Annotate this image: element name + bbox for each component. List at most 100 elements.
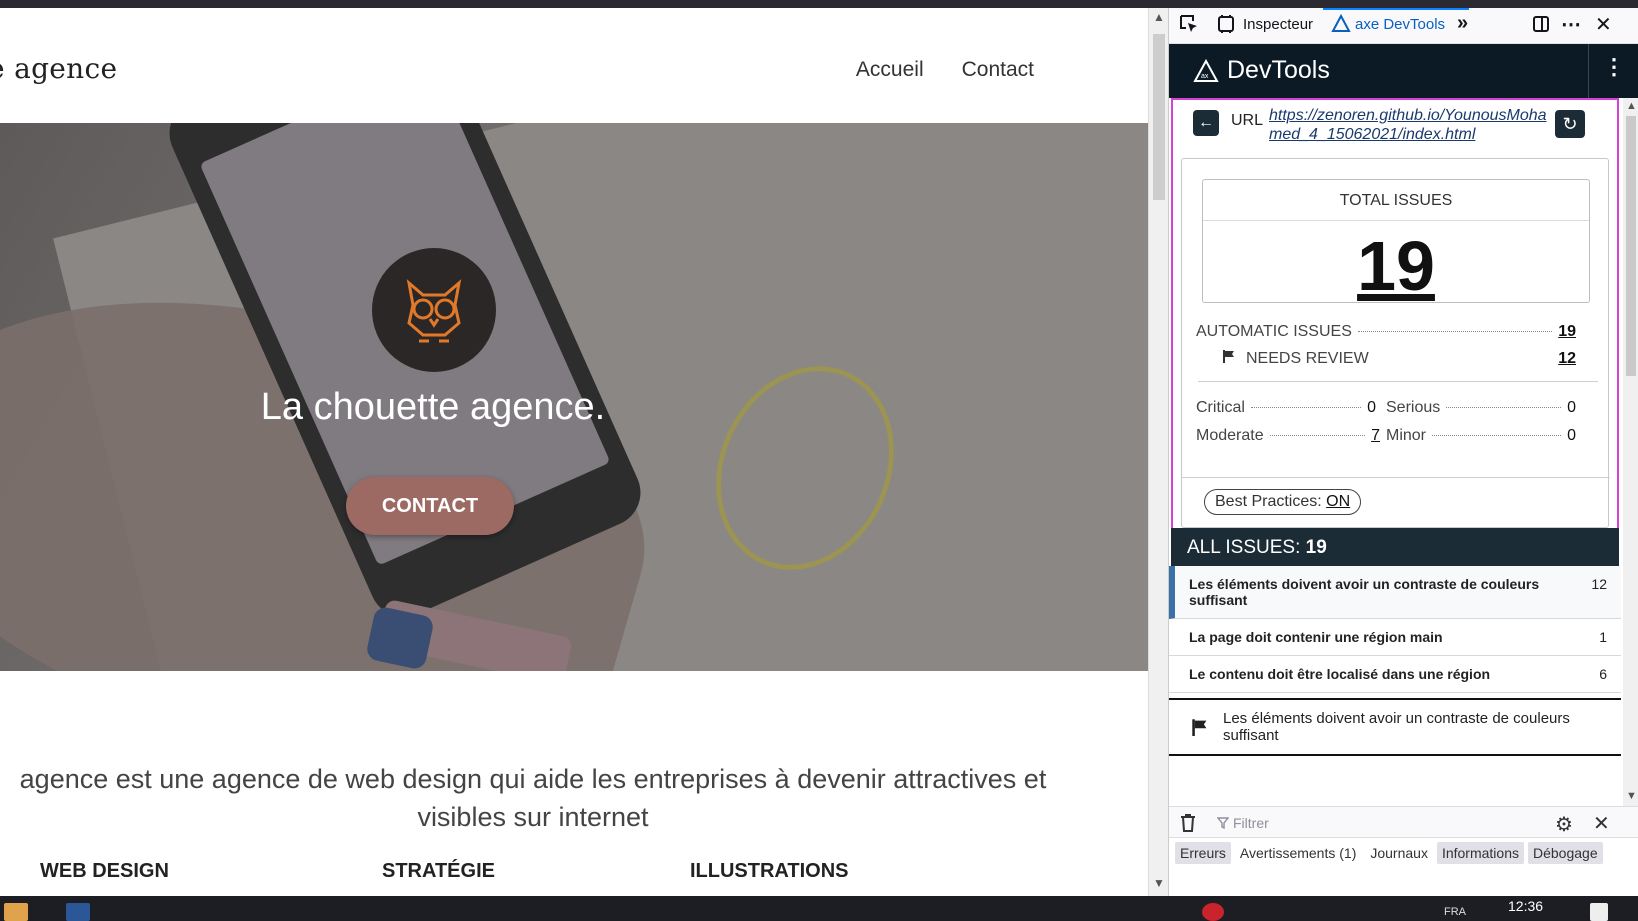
nav-contact[interactable]: Contact [962,58,1034,82]
axe-header: ax DevTools ⋮ [1169,44,1638,98]
trash-icon[interactable] [1179,813,1197,838]
taskbar-tray-app-icon[interactable] [1202,903,1224,921]
more-tabs-icon[interactable]: » [1457,12,1468,35]
dock-side-icon[interactable] [1531,14,1551,38]
minor-value: 0 [1567,427,1576,444]
scroll-up-icon[interactable]: ▲ [1153,10,1165,24]
total-issues-box: TOTAL ISSUES 19 [1202,179,1590,306]
needs-review-label: NEEDS REVIEW [1246,350,1369,367]
issue-label: La page doit contenir une région main [1189,629,1443,645]
site-nav: Accueil Contact [856,58,1034,82]
service-illustrations: ILLUSTRATIONS [690,860,849,882]
devtools-panel: Inspecteur axe DevTools » ⋯ ✕ ax DevTool… [1168,8,1638,896]
service-web-design: WEB DESIGN [40,860,169,882]
all-issues-header: ALL ISSUES: 19 [1171,528,1619,566]
gear-icon[interactable]: ⚙ [1555,812,1573,837]
rerun-scan-icon[interactable]: ↻ [1555,110,1585,138]
scanned-url-link[interactable]: https://zenoren.github.io/YounousMoha me… [1269,106,1559,144]
screen: e agence Accueil Contact La chouette age… [0,0,1638,921]
console-toolbar: Filtrer ⚙ ✕ [1169,806,1638,838]
back-arrow-icon[interactable]: ← [1193,110,1219,136]
issue-item[interactable]: Les éléments doivent avoir un contraste … [1169,566,1621,619]
console-filter[interactable]: Filtrer [1217,815,1269,831]
issue-item[interactable]: Le contenu doit être localisé dans une r… [1169,656,1621,693]
page-scrollbar[interactable]: ▲ ▼ [1148,8,1168,896]
word-icon[interactable] [66,903,90,921]
category-journaux[interactable]: Journaux [1365,842,1433,864]
issue-detail-header: Les éléments doivent avoir un contraste … [1169,698,1621,756]
critical-row: Critical 0 [1196,399,1376,417]
issue-item[interactable]: La page doit contenir une région main 1 [1169,619,1621,656]
needs-review-value[interactable]: 12 [1558,350,1576,368]
active-tab-indicator [1323,8,1469,10]
page-scroll-thumb[interactable] [1153,34,1165,200]
issues-summary: TOTAL ISSUES 19 AUTOMATIC ISSUES 19 NEED… [1181,158,1610,528]
automatic-issues-value[interactable]: 19 [1558,323,1576,341]
serious-row: Serious 0 [1386,399,1576,417]
axe-logo-icon: ax [1193,58,1219,82]
minor-label: Minor [1386,427,1427,444]
category-avertissements[interactable]: Avertissements (1) [1235,842,1361,864]
inspector-icon [1217,14,1235,38]
filter-icon [1217,817,1229,829]
url-label: URL [1231,112,1264,129]
tab-inspector[interactable]: Inspecteur [1243,16,1313,33]
svg-text:ax: ax [1201,73,1209,80]
about-text: agence est une agence de web design qui … [0,760,1106,836]
axe-tab-icon [1331,13,1351,38]
issue-list: Les éléments doivent avoir un contraste … [1169,566,1623,693]
notifications-icon[interactable] [1590,903,1608,921]
axe-brand: ax DevTools [1193,56,1330,85]
nav-accueil[interactable]: Accueil [856,58,924,82]
axe-menu-icon[interactable]: ⋮ [1603,54,1625,80]
best-practices-label: Best Practices: [1215,493,1322,510]
dt-scroll-up-icon[interactable]: ▲ [1626,100,1637,112]
issue-count: 1 [1599,629,1607,645]
axe-results: ← URL https://zenoren.github.io/YounousM… [1169,98,1623,808]
tab-axe-devtools[interactable]: axe DevTools [1355,16,1445,33]
total-issues-value[interactable]: 19 [1203,226,1589,306]
more-options-icon[interactable]: ⋯ [1561,12,1581,37]
about-line-2: visibles sur internet [417,802,649,832]
browser-frame-top [0,0,1638,8]
hero-title: La chouette agence. [260,386,606,428]
url-line-2: med_4_15062021/index.html [1269,126,1476,143]
url-line-1: https://zenoren.github.io/YounousMoha [1269,107,1547,124]
dt-scroll-thumb[interactable] [1626,116,1636,376]
close-devtools-icon[interactable]: ✕ [1595,12,1612,37]
category-informations[interactable]: Informations [1436,842,1524,864]
devtools-toolbar: Inspecteur axe DevTools » ⋯ ✕ [1169,8,1638,44]
url-row: ← URL https://zenoren.github.io/YounousM… [1193,106,1613,146]
best-practices-toggle[interactable]: Best Practices: ON [1204,489,1362,515]
issue-label: Les éléments doivent avoir un contraste … [1189,576,1540,608]
scroll-down-icon[interactable]: ▼ [1153,876,1165,890]
category-debogage[interactable]: Débogage [1528,842,1603,864]
automatic-issues-label: AUTOMATIC ISSUES [1196,323,1352,340]
all-issues-count: 19 [1305,537,1327,558]
serious-value: 0 [1567,399,1576,416]
hero-contact-button[interactable]: CONTACT [346,477,514,535]
category-erreurs[interactable]: Erreurs [1175,842,1231,864]
devtools-scrollbar[interactable]: ▲ ▼ [1623,98,1638,806]
critical-value: 0 [1367,399,1376,416]
minor-row: Minor 0 [1386,427,1576,445]
about-line-1: agence est une agence de web design qui … [19,764,1047,794]
header-separator [1588,44,1589,98]
site-logo[interactable]: e agence [0,52,117,85]
axe-brand-title: DevTools [1227,56,1330,84]
automatic-issues-row: AUTOMATIC ISSUES 19 [1196,323,1576,341]
critical-label: Critical [1196,399,1245,416]
taskbar-app-icon[interactable] [4,903,28,921]
moderate-label: Moderate [1196,427,1264,444]
moderate-value[interactable]: 7 [1371,427,1380,445]
console-categories: Erreurs Avertissements (1) Journaux Info… [1175,842,1603,864]
owl-logo-icon [372,248,496,372]
close-console-icon[interactable]: ✕ [1593,811,1610,836]
element-picker-icon[interactable] [1179,14,1199,38]
total-issues-label: TOTAL ISSUES [1339,192,1453,209]
taskbar-clock[interactable]: 12:36 [1508,898,1543,914]
hero-banner: La chouette agence. CONTACT [0,123,1148,671]
dt-scroll-down-icon[interactable]: ▼ [1626,790,1637,802]
needs-review-row: NEEDS REVIEW 12 [1222,349,1576,368]
input-language[interactable]: FRA [1444,906,1466,918]
